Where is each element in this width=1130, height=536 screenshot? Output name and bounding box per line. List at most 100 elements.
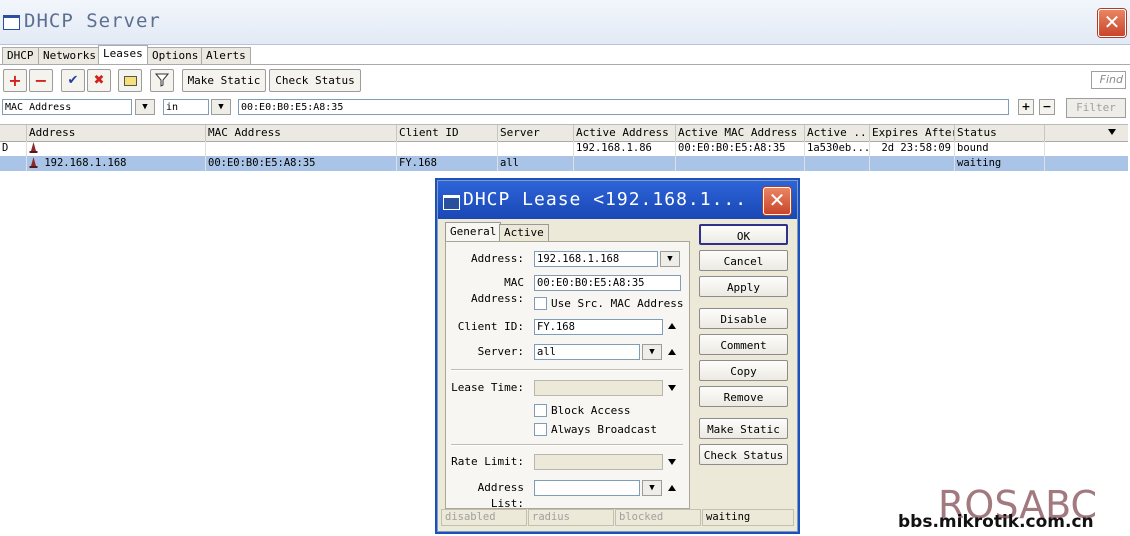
dialog-close-icon[interactable]: ✕ [763, 187, 791, 215]
row-active-mac [676, 156, 805, 171]
check-status-button[interactable]: Check Status [269, 69, 361, 92]
block-access-checkbox[interactable] [534, 404, 547, 417]
tab-leases[interactable]: Leases [98, 45, 148, 65]
ok-button[interactable]: OK [699, 224, 788, 245]
row-address: 192.168.1.168 [27, 156, 206, 171]
column-header-active-host[interactable]: Active ... [805, 125, 870, 141]
column-header-mac[interactable]: MAC Address [206, 125, 397, 141]
watermark-site: bbs.mikrotik.com.cn [898, 512, 1094, 532]
always-broadcast-label: Always Broadcast [551, 423, 657, 436]
column-header-active-mac[interactable]: Active MAC Address [676, 125, 805, 141]
tab-dhcp[interactable]: DHCP [2, 47, 39, 64]
row-client-id: FY.168 [397, 156, 498, 171]
chevron-down-icon[interactable]: ▼ [642, 480, 662, 496]
dialog-title: DHCP Lease <192.168.1... [463, 189, 748, 210]
row-active-host: 1a530eb... [807, 141, 870, 156]
use-src-mac-checkbox[interactable] [534, 297, 547, 310]
status-blocked: blocked [615, 509, 701, 526]
make-static-button[interactable]: Make Static [699, 418, 788, 439]
status-disabled: disabled [441, 509, 527, 526]
row-active-address [574, 156, 676, 171]
row-flag: D [0, 141, 27, 156]
chevron-down-icon[interactable]: ▼ [135, 99, 155, 115]
lease-icon [29, 157, 38, 168]
apply-button[interactable]: Apply [699, 276, 788, 297]
server-label: Server: [477, 345, 524, 358]
remove-filter-icon[interactable]: − [1039, 99, 1055, 115]
remove-icon[interactable]: − [29, 69, 53, 92]
table-row[interactable]: D 192.168.1.86 00:E0:B0:E5:A8:35 1a530eb… [0, 141, 1128, 156]
address-list-label: Address List: [477, 481, 524, 510]
row-flag [0, 156, 27, 171]
cancel-button[interactable]: Cancel [699, 250, 788, 271]
always-broadcast-checkbox[interactable] [534, 423, 547, 436]
close-icon[interactable]: ✕ [1098, 9, 1126, 37]
row-server: all [498, 156, 574, 171]
check-status-button[interactable]: Check Status [699, 444, 788, 465]
comment-button[interactable]: Comment [699, 334, 788, 355]
row-server [498, 141, 574, 156]
filter-field-select[interactable]: MAC Address [2, 99, 132, 115]
disable-button[interactable]: Disable [699, 308, 788, 329]
row-mac [206, 141, 397, 156]
mac-address-input[interactable]: 00:E0:B0:E5:A8:35 [534, 275, 681, 291]
expand-down-icon[interactable] [668, 385, 676, 391]
chevron-down-icon[interactable]: ▼ [642, 344, 662, 360]
row-status: bound [955, 141, 1045, 156]
column-header-server[interactable]: Server [498, 125, 574, 141]
make-static-button[interactable]: Make Static [182, 69, 266, 92]
comment-icon[interactable] [118, 69, 142, 92]
collapse-up-icon[interactable] [668, 485, 676, 491]
separator [451, 369, 683, 371]
find-input[interactable]: Find [1091, 71, 1126, 89]
remove-button[interactable]: Remove [699, 386, 788, 407]
column-header-active-address[interactable]: Active Address [574, 125, 676, 141]
collapse-up-icon[interactable] [668, 349, 676, 355]
row-expires [870, 156, 955, 171]
table-header: Address MAC Address Client ID Server Act… [0, 124, 1128, 142]
dialog-tab-active[interactable]: Active [499, 224, 549, 241]
filter-icon[interactable] [150, 69, 174, 92]
window-title: DHCP Server [24, 10, 161, 32]
chevron-down-icon[interactable]: ▼ [211, 99, 231, 115]
enable-check-icon[interactable]: ✔ [61, 69, 85, 92]
collapse-up-icon[interactable] [668, 323, 676, 329]
expand-down-icon[interactable] [668, 459, 676, 465]
address-list-select[interactable] [534, 480, 640, 496]
status-waiting: waiting [702, 509, 794, 526]
address-input[interactable]: 192.168.1.168 [534, 251, 658, 267]
address-label: Address: [471, 252, 524, 265]
tab-options[interactable]: Options [147, 47, 204, 64]
client-id-input[interactable]: FY.168 [534, 319, 663, 335]
tab-networks[interactable]: Networks [38, 47, 101, 64]
row-active-address: 192.168.1.86 [574, 141, 676, 156]
block-access-label: Block Access [551, 404, 631, 417]
table-row-selected[interactable]: 192.168.1.168 00:E0:B0:E5:A8:35 FY.168 a… [0, 156, 1128, 171]
lease-time-input[interactable] [534, 380, 663, 396]
dialog-tab-general[interactable]: General [445, 222, 502, 241]
disable-x-icon[interactable]: ✖ [87, 69, 111, 92]
column-header-status[interactable]: Status [955, 125, 1045, 141]
rate-limit-label: Rate Limit: [451, 455, 524, 468]
mac-address-label: MAC Address: [471, 276, 524, 305]
column-header-address[interactable]: Address [27, 125, 206, 141]
add-icon[interactable]: + [3, 69, 27, 92]
tab-alerts[interactable]: Alerts [201, 47, 251, 64]
add-filter-icon[interactable]: + [1018, 99, 1034, 115]
copy-button[interactable]: Copy [699, 360, 788, 381]
chevron-down-icon[interactable]: ▼ [660, 251, 680, 267]
server-select[interactable]: all [534, 344, 640, 360]
row-address-text: 192.168.1.168 [44, 157, 127, 169]
filter-operator-select[interactable]: in [163, 99, 209, 115]
column-menu-icon[interactable] [1108, 129, 1116, 135]
filter-value-input[interactable]: 00:E0:B0:E5:A8:35 [238, 99, 1009, 115]
client-id-label: Client ID: [457, 320, 524, 333]
filter-button[interactable]: Filter [1066, 98, 1126, 118]
dialog-title-bar: DHCP Lease <192.168.1... ✕ [438, 181, 797, 219]
row-address [27, 141, 206, 156]
flag-column-header[interactable] [0, 125, 27, 141]
column-header-expires[interactable]: Expires After [870, 125, 955, 141]
column-header-client-id[interactable]: Client ID [397, 125, 498, 141]
status-radius: radius [528, 509, 614, 526]
rate-limit-input[interactable] [534, 454, 663, 470]
